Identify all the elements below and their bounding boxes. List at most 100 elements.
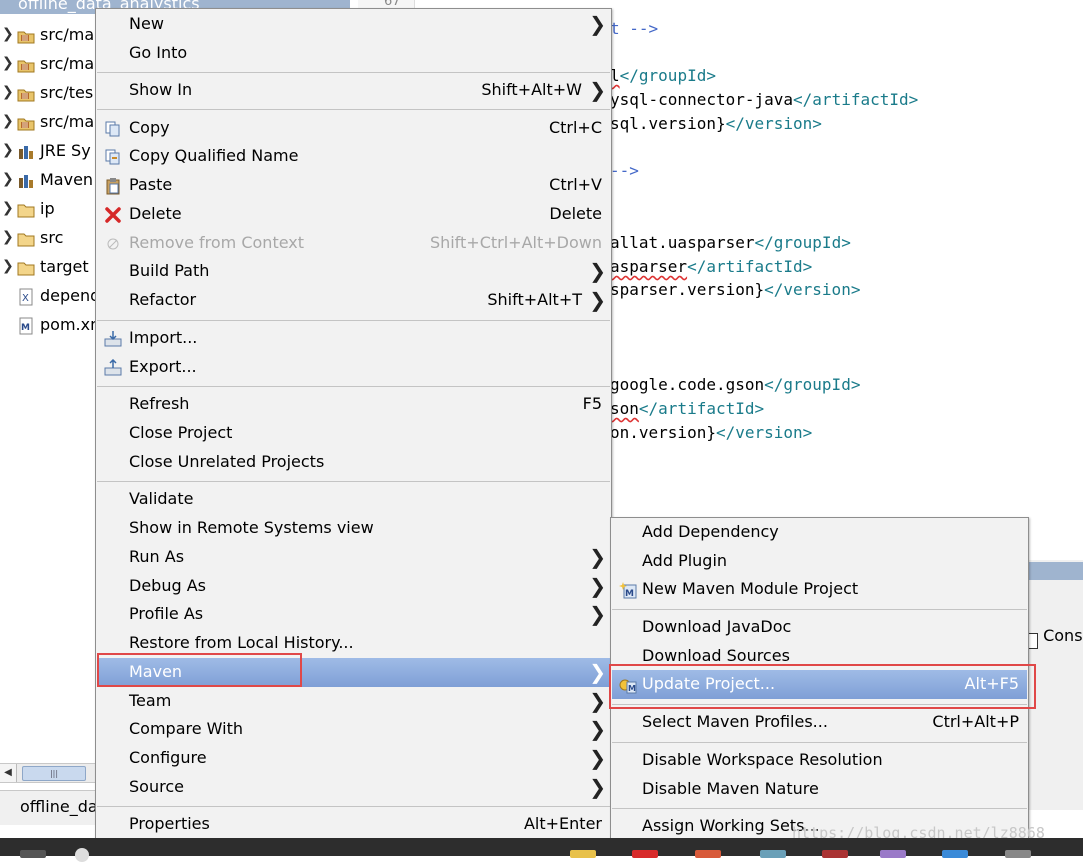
menu-item-label: Disable Workspace Resolution (642, 750, 883, 769)
menu-item-label: Show In (129, 80, 193, 99)
menu-item-shortcut: Delete (549, 204, 602, 223)
source-folder-icon (17, 114, 35, 132)
expand-arrow-icon[interactable]: ❯ (2, 229, 14, 245)
submenu-arrow-icon: ❯ (589, 78, 606, 102)
menu-item-select-maven-profiles[interactable]: Select Maven Profiles... Ctrl+Alt+P (612, 708, 1027, 737)
menu-item-show-in-remote-systems-view[interactable]: Show in Remote Systems view (97, 514, 610, 543)
code-token: sql.version} (610, 114, 726, 133)
folder-icon (17, 201, 35, 219)
tree-item-label: src/tes (40, 83, 94, 102)
menu-item-add-plugin[interactable]: Add Plugin (612, 547, 1027, 576)
menu-item-debug-as[interactable]: Debug As ❯ (97, 572, 610, 601)
taskbar-settings-icon[interactable] (1005, 850, 1031, 858)
menu-item-shortcut: Ctrl+C (548, 118, 602, 137)
menu-item-refactor[interactable]: Refactor Shift+Alt+T ❯ (97, 286, 610, 315)
library-icon (17, 143, 35, 161)
expand-arrow-icon[interactable]: ❯ (2, 258, 14, 274)
menu-item-label: Refresh (129, 394, 190, 413)
taskbar-media-icon[interactable] (632, 850, 658, 858)
xml-file-icon: X (17, 288, 35, 306)
menu-item-label: Show in Remote Systems view (129, 518, 374, 537)
menu-item-shortcut: Ctrl+V (549, 175, 602, 194)
menu-item-shortcut: Shift+Alt+T (487, 290, 582, 309)
expand-arrow-icon[interactable]: ❯ (2, 171, 14, 187)
expand-arrow-icon[interactable]: ❯ (2, 55, 14, 71)
taskbar (0, 838, 1083, 862)
console-tab[interactable]: Conso (1026, 626, 1083, 649)
submenu-arrow-icon: ❯ (589, 259, 606, 283)
expand-arrow-icon[interactable]: ❯ (2, 142, 14, 158)
submenu-arrow-icon: ❯ (589, 775, 606, 799)
menu-separator (97, 386, 610, 387)
menu-item-paste[interactable]: Paste Ctrl+V (97, 171, 610, 200)
menu-item-label: Add Dependency (642, 522, 779, 541)
menu-item-show-in[interactable]: Show In Shift+Alt+W ❯ (97, 76, 610, 105)
library-icon (17, 172, 35, 190)
menu-item-configure[interactable]: Configure ❯ (97, 744, 610, 773)
scrollbar-thumb[interactable]: ||| (22, 766, 86, 781)
menu-item-close-project[interactable]: Close Project (97, 419, 610, 448)
taskbar-browser-icon[interactable] (695, 850, 721, 858)
menu-item-build-path[interactable]: Build Path ❯ (97, 257, 610, 286)
menu-item-compare-with[interactable]: Compare With ❯ (97, 715, 610, 744)
menu-item-source[interactable]: Source ❯ (97, 773, 610, 802)
expand-arrow-icon[interactable]: ❯ (2, 84, 14, 100)
menu-separator (97, 806, 610, 807)
menu-separator (97, 72, 610, 73)
taskbar-folder-icon[interactable] (570, 850, 596, 858)
submenu-arrow-icon: ❯ (589, 288, 606, 312)
svg-text:M: M (21, 323, 30, 333)
folder-icon (17, 259, 35, 277)
menu-item-new-maven-module-project[interactable]: M New Maven Module Project (612, 575, 1027, 604)
menu-item-new[interactable]: New ❯ (97, 10, 610, 39)
menu-item-properties[interactable]: Properties Alt+Enter (97, 810, 610, 839)
console-view (1028, 560, 1083, 810)
menu-item-copy[interactable]: Copy Ctrl+C (97, 114, 610, 143)
expand-arrow-icon[interactable]: ❯ (2, 200, 14, 216)
menu-item-disable-workspace-resolution[interactable]: Disable Workspace Resolution (612, 746, 1027, 775)
menu-item-team[interactable]: Team ❯ (97, 687, 610, 716)
menu-item-close-unrelated-projects[interactable]: Close Unrelated Projects (97, 448, 610, 477)
menu-item-download-javadoc[interactable]: Download JavaDoc (612, 613, 1027, 642)
code-token: allat.uasparser (610, 233, 755, 252)
code-line: sql.version}</version> (610, 114, 822, 133)
menu-item-label: Close Project (129, 423, 233, 442)
code-token: </version> (725, 114, 822, 133)
menu-item-run-as[interactable]: Run As ❯ (97, 543, 610, 572)
menu-item-disable-maven-nature[interactable]: Disable Maven Nature (612, 775, 1027, 804)
import-icon (104, 330, 122, 348)
scroll-left-icon[interactable]: ◀ (0, 764, 17, 782)
taskbar-tool-icon[interactable] (760, 850, 786, 858)
taskbar-tool4-icon[interactable] (942, 850, 968, 858)
menu-item-copy-qualified-name[interactable]: Copy Qualified Name (97, 142, 610, 171)
menu-item-shortcut: Ctrl+Alt+P (932, 712, 1019, 731)
menu-item-go-into[interactable]: Go Into (97, 39, 610, 68)
copy-icon (104, 120, 122, 138)
code-token: son (610, 399, 639, 418)
code-token: </groupId> (754, 233, 851, 252)
menu-item-export[interactable]: Export... (97, 353, 610, 382)
taskbar-app-icon[interactable] (75, 848, 89, 862)
tree-item-label: depend (40, 286, 101, 305)
taskbar-tool2-icon[interactable] (822, 850, 848, 858)
menu-item-validate[interactable]: Validate (97, 485, 610, 514)
taskbar-start-icon[interactable] (20, 850, 46, 858)
expand-arrow-icon[interactable]: ❯ (2, 26, 14, 42)
expand-arrow-icon[interactable]: ❯ (2, 113, 14, 129)
tree-item-label: ip (40, 199, 55, 218)
code-token: </groupId> (764, 375, 861, 394)
console-tab-label: Conso (1043, 626, 1083, 645)
menu-item-delete[interactable]: Delete Delete (97, 200, 610, 229)
menu-item-import[interactable]: Import... (97, 324, 610, 353)
horizontal-scrollbar[interactable]: ◀ ||| (0, 763, 96, 783)
menu-item-label: New (129, 14, 164, 33)
menu-item-add-dependency[interactable]: Add Dependency (612, 518, 1027, 547)
code-line: allat.uasparser</groupId> (610, 233, 851, 252)
taskbar-tool3-icon[interactable] (880, 850, 906, 858)
submenu-arrow-icon: ❯ (589, 12, 606, 36)
menu-item-profile-as[interactable]: Profile As ❯ (97, 600, 610, 629)
menu-item-refresh[interactable]: Refresh F5 (97, 390, 610, 419)
code-line: sparser.version}</version> (610, 280, 860, 299)
bottom-view-tab[interactable]: offline_da (0, 790, 98, 825)
menu-item-label: Team (129, 691, 172, 710)
